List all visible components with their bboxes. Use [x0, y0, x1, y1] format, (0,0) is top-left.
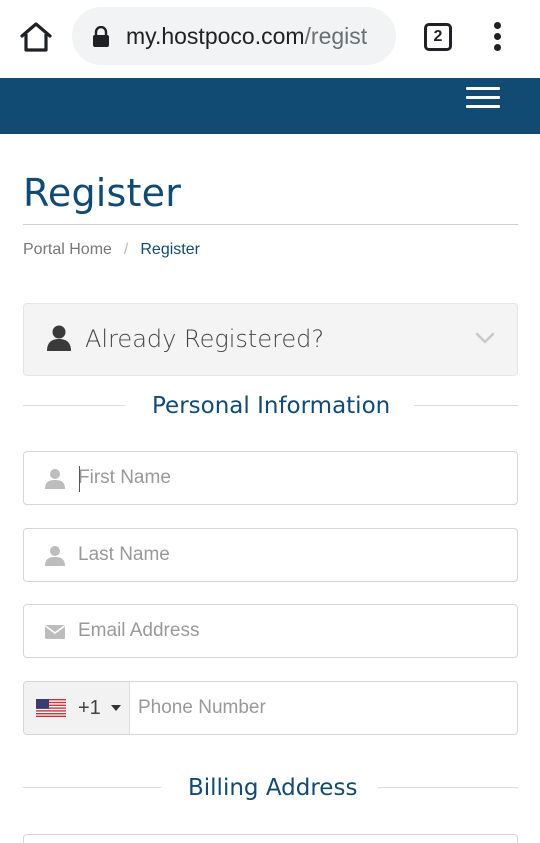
email-input[interactable]	[78, 605, 498, 657]
url-path: /regist	[304, 23, 368, 49]
billing-field[interactable]	[23, 834, 518, 843]
user-icon	[45, 469, 65, 489]
personal-information-heading: Personal Information	[152, 393, 391, 419]
breadcrumb-home-link[interactable]: Portal Home	[23, 241, 112, 258]
last-name-input[interactable]	[78, 529, 498, 581]
us-flag-icon	[36, 699, 66, 717]
country-code-selector[interactable]: +1	[24, 682, 130, 734]
more-vert-icon[interactable]	[488, 20, 508, 52]
chevron-down-icon	[475, 332, 495, 344]
email-field[interactable]	[23, 604, 518, 658]
dial-code: +1	[78, 697, 101, 719]
url-text: my.hostpoco.com/regist	[126, 21, 367, 51]
billing-address-heading: Billing Address	[188, 775, 358, 801]
breadcrumb: Portal Home / Register	[23, 240, 200, 260]
first-name-field[interactable]	[23, 451, 518, 505]
phone-field[interactable]: +1	[23, 681, 518, 735]
envelope-icon	[45, 625, 65, 639]
breadcrumb-separator: /	[123, 241, 129, 258]
section-divider-left	[23, 405, 125, 406]
section-divider-right	[378, 787, 518, 788]
phone-number-input[interactable]	[138, 682, 508, 734]
lock-icon	[93, 26, 109, 47]
already-registered-label: Already Registered?	[85, 325, 325, 353]
url-domain: my.hostpoco.com	[126, 23, 305, 49]
user-icon	[47, 325, 71, 351]
text-cursor	[79, 466, 80, 492]
home-button[interactable]	[18, 20, 54, 54]
already-registered-toggle[interactable]: Already Registered?	[23, 303, 518, 376]
site-navbar	[0, 78, 540, 134]
breadcrumb-current: Register	[140, 241, 200, 258]
page-title: Register	[23, 171, 182, 215]
first-name-input[interactable]	[78, 452, 498, 504]
last-name-field[interactable]	[23, 528, 518, 582]
title-divider	[23, 224, 518, 225]
hamburger-menu-icon[interactable]	[466, 86, 502, 114]
home-icon	[20, 22, 52, 52]
section-divider-right	[414, 405, 518, 406]
address-bar[interactable]: my.hostpoco.com/regist	[72, 7, 396, 65]
tab-switcher-button[interactable]: 2	[424, 23, 452, 51]
user-icon	[45, 546, 65, 566]
section-divider-left	[23, 787, 161, 788]
caret-down-icon	[111, 705, 121, 711]
browser-toolbar: my.hostpoco.com/regist 2	[0, 0, 540, 78]
